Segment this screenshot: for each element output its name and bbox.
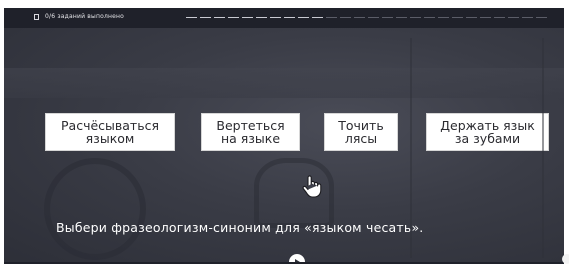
progress-segment [396,17,407,18]
answer-label-line2: языком [85,131,135,146]
question-text: Выбери фразеологизм-синоним для «языком … [56,220,424,235]
progress-segment [284,17,295,18]
progress-segment [382,17,393,18]
progress-segment [200,17,211,18]
task-status: 0/6 заданий выполнено [34,13,124,20]
progress-segment [340,17,351,18]
progress-segment [256,17,267,18]
pointer-hand-icon [302,175,322,198]
background-object [44,158,146,260]
bottom-bar [4,262,564,264]
progress-segment [354,17,365,18]
task-status-text: 0/6 заданий выполнено [45,13,124,20]
progress-segment [186,17,197,18]
answer-label-line1: Держать язык [440,118,535,133]
answer-option-1[interactable]: Расчёсываться языком [45,113,175,151]
progress-segment [410,17,421,18]
progress-segment [228,17,239,18]
progress-bar [186,17,547,18]
progress-segment [494,17,505,18]
progress-segment [270,17,281,18]
progress-segment [242,17,253,18]
progress-segment [424,17,435,18]
progress-segment [214,17,225,18]
progress-segment [438,17,449,18]
task-icon [34,13,39,20]
progress-segment [298,17,309,18]
progress-segment [536,17,547,18]
top-bar: 0/6 заданий выполнено [4,8,564,28]
progress-segment [508,17,519,18]
progress-segment [480,17,491,18]
answer-option-3[interactable]: Точить лясы [324,113,398,151]
answer-label-line2: на языке [220,131,281,146]
progress-segment [522,17,533,18]
corner-button[interactable] [562,254,569,264]
progress-segment [326,17,337,18]
answer-label-line2: лясы [344,131,378,146]
answer-option-2[interactable]: Вертеться на языке [201,113,300,151]
progress-segment [466,17,477,18]
answer-label-line2: за зубами [454,131,521,146]
progress-segment [452,17,463,18]
progress-segment [312,17,323,18]
answer-option-4[interactable]: Держать язык за зубами [426,113,549,151]
progress-segment [368,17,379,18]
game-scene: 0/6 заданий выполнено Расчёсываться язык… [4,8,564,264]
